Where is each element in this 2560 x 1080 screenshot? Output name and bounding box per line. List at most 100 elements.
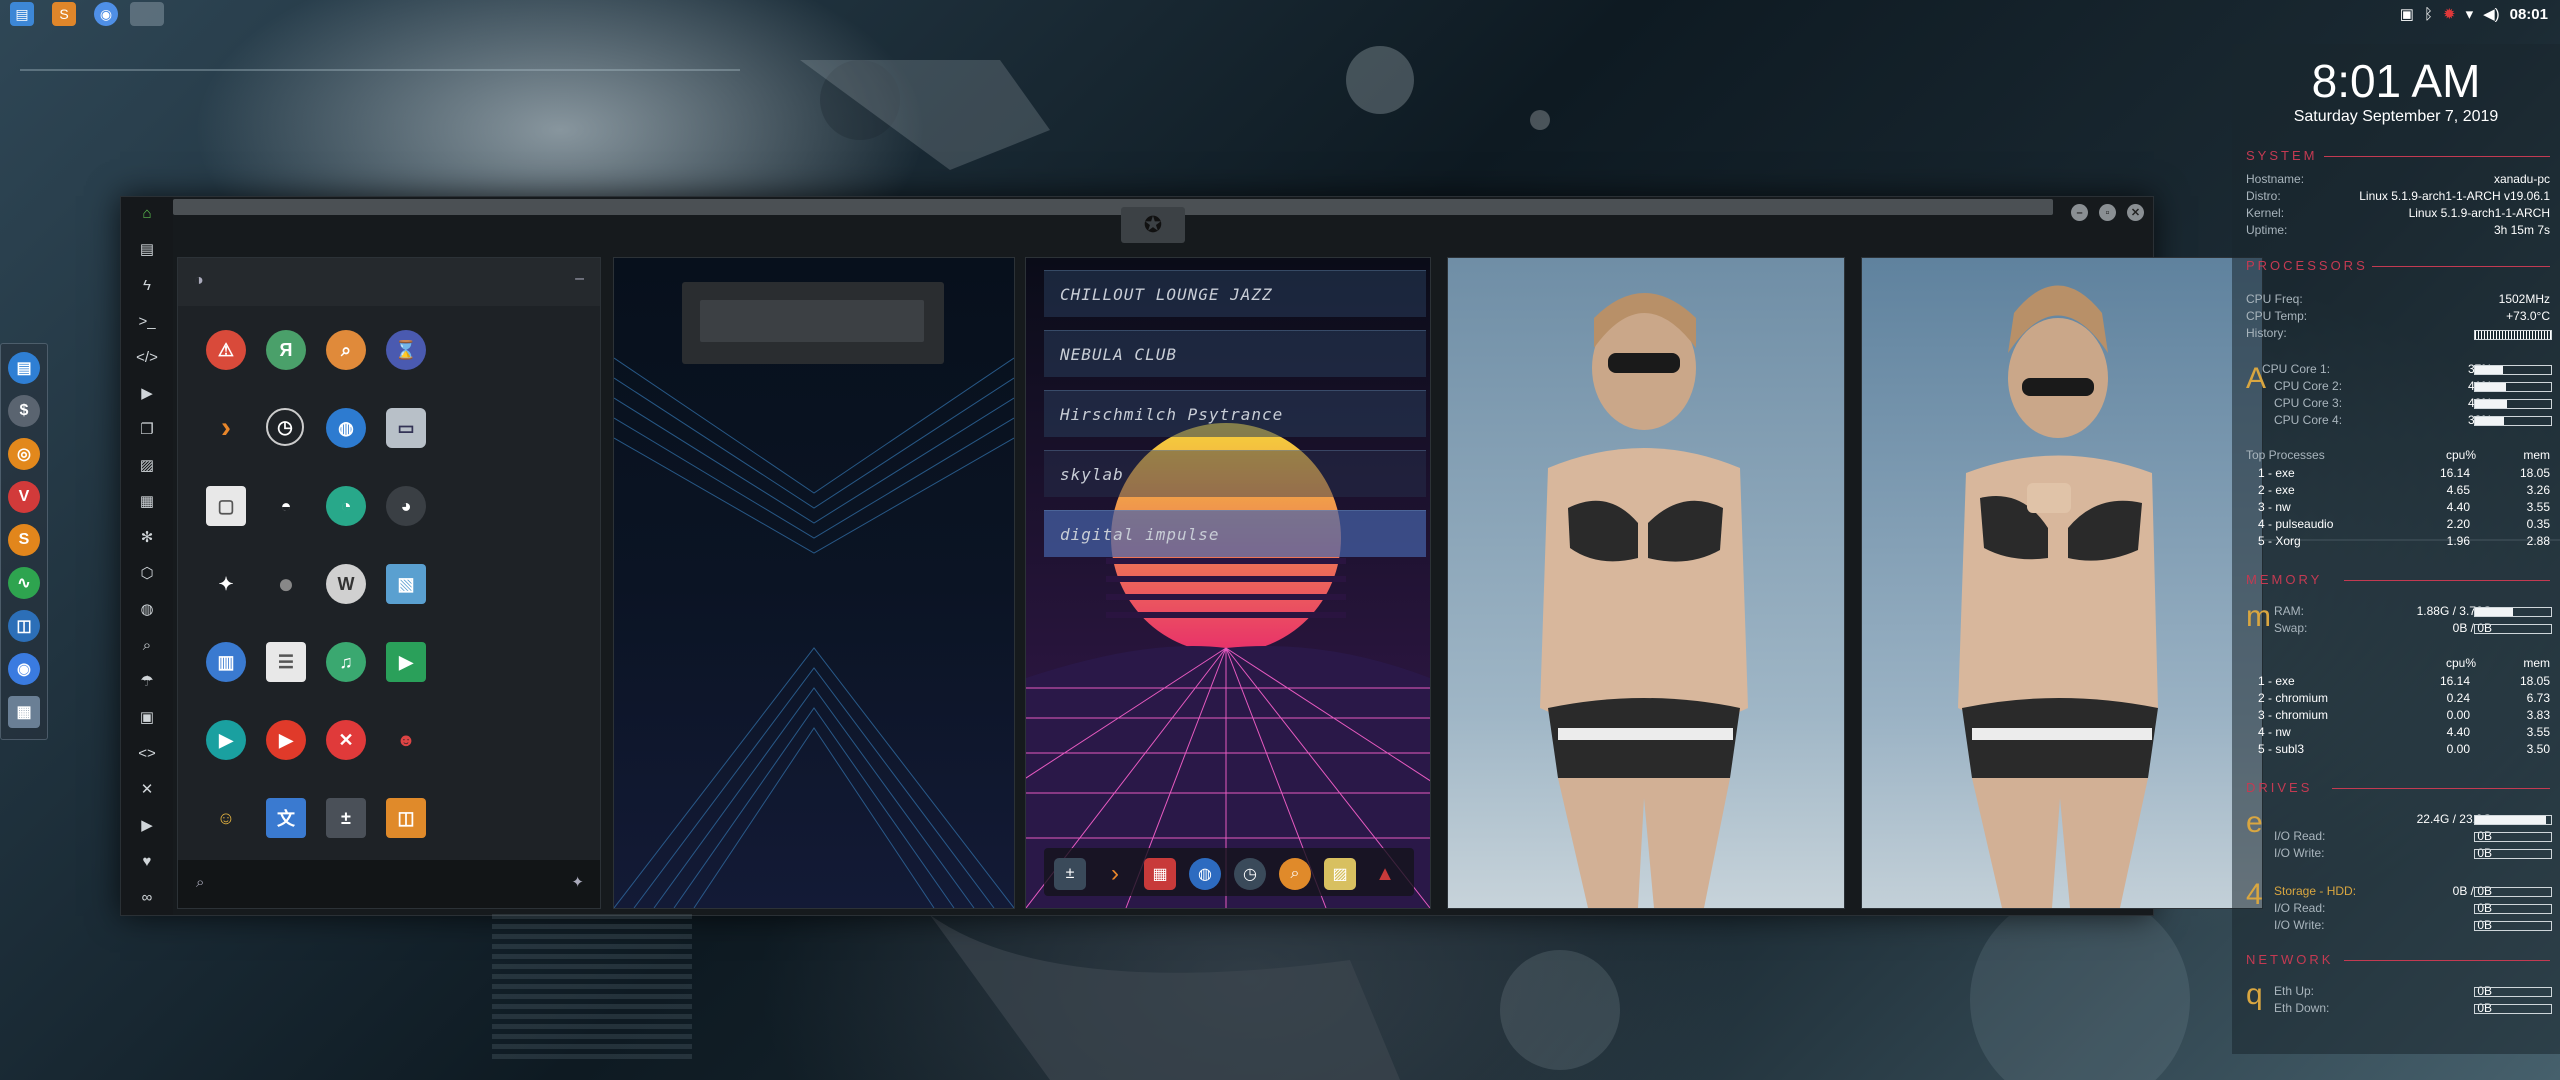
terminal-icon[interactable]: >_ [135,309,159,333]
iron-man-icon[interactable]: ☻ [386,720,426,760]
youtube-icon[interactable]: ▶ [135,813,159,837]
search-icon[interactable]: ⌕ [1279,858,1311,890]
launcher-search-bar[interactable]: ⌕ ✦ [178,860,600,908]
expand-icon[interactable]: ✕ [135,777,159,801]
search-icon[interactable]: ⌕ [135,633,159,657]
close-button[interactable]: ✕ [2127,204,2144,221]
station-item[interactable]: Hirschmilch Psytrance [1044,390,1426,437]
sublime-icon[interactable]: S [8,524,40,556]
code-brackets-icon[interactable]: <> [135,741,159,765]
workspace-icon[interactable]: ▦ [8,696,40,728]
drive-icon[interactable]: ▭ [386,408,426,448]
clock-icon[interactable]: ◷ [1234,858,1266,890]
globe-icon[interactable]: ◍ [135,597,159,621]
maximize-button[interactable]: ▫ [2099,204,2116,221]
home-icon[interactable]: ⌂ [135,201,159,225]
minimize-button[interactable]: – [2071,204,2088,221]
window-titlebar[interactable] [173,199,2053,215]
divider [2324,156,2550,157]
add-icon[interactable]: ✦ [571,873,584,891]
code-icon[interactable]: </> [135,345,159,369]
video-icon[interactable]: ▶ [386,642,426,682]
screenshot-tool-icon[interactable]: ◫ [8,610,40,642]
screenshot-icon[interactable]: ▣ [2400,5,2414,23]
music-icon[interactable]: ♫ [326,642,366,682]
clock-icon[interactable]: ◷ [266,408,304,446]
github-icon[interactable]: ◕ [386,486,426,526]
collapse-button[interactable]: – [575,270,584,288]
sublime-icon[interactable]: S [52,2,76,26]
atom-icon[interactable]: ✻ [135,525,159,549]
books-icon[interactable]: ▥ [206,642,246,682]
c3po-icon[interactable]: ☺ [206,798,246,838]
network-glyph: q [2246,978,2263,1011]
globe-icon[interactable]: ◍ [1189,858,1221,890]
system-monitor-icon[interactable]: ∿ [8,567,40,599]
heart-icon[interactable]: ♥ [135,849,159,873]
close-app-icon[interactable]: ✕ [326,720,366,760]
maps-icon[interactable]: ▧ [386,564,426,604]
helmet-icon[interactable]: ◓ [266,486,306,526]
settings-alert-icon[interactable]: ✹ [2443,5,2456,23]
search-icon: ⌕ [196,874,205,891]
tray-clock[interactable]: 08:01 [2510,6,2548,23]
infinity-icon[interactable]: ∞ [135,885,159,909]
files-icon[interactable]: ▤ [10,2,34,26]
copy-icon[interactable]: ❐ [135,417,159,441]
newspaper-icon[interactable]: ▦ [135,489,159,513]
image-icon[interactable]: ▨ [1324,858,1356,890]
process-row: 3 - chromium 0.00 3.83 [2258,708,2550,722]
station-item[interactable]: NEBULA CLUB [1044,330,1426,377]
info-row: Storage - HDD: 0B / 0B [2274,884,2492,898]
document-app-icon[interactable]: ☰ [266,642,306,682]
process-row: 4 - pulseaudio 2.20 0.35 [2258,517,2550,531]
contact-icon[interactable]: ▣ [135,705,159,729]
bluetooth-icon[interactable]: ᛒ [2424,6,2433,23]
system-tray: ▣ ᛒ ✹ ▾ ◀) 08:01 [2400,2,2548,26]
starfleet-icon[interactable]: ✦ [206,564,246,604]
station-item[interactable]: skylab [1044,450,1426,497]
yandex-icon[interactable]: Я [266,330,306,370]
ubuntu-icon[interactable]: ◎ [8,438,40,470]
prompt-icon[interactable]: › [1099,858,1131,890]
files-icon[interactable]: ▤ [8,352,40,384]
prompt-icon[interactable]: › [206,408,246,448]
volume-icon[interactable]: ◀) [2483,5,2500,23]
globe-app-icon[interactable]: ◍ [326,408,366,448]
window-app-icon[interactable]: ▢ [206,486,246,526]
info-row: I/O Write: 0B [2274,846,2492,860]
calculator-icon[interactable]: ± [1054,858,1086,890]
calendar-icon[interactable]: ▦ [1144,858,1176,890]
window-thumbnail-icon[interactable] [130,2,164,26]
death-star-icon[interactable]: ● [266,564,306,604]
youtube-app-icon[interactable]: ▶ [266,720,306,760]
drive-bar [2474,815,2552,825]
warning-icon[interactable]: ⚠ [206,330,246,370]
umbrella-icon[interactable]: ☂ [135,669,159,693]
station-item[interactable]: CHILLOUT LOUNGE JAZZ [1044,270,1426,317]
station-item-active[interactable]: digital impulse [1044,510,1426,557]
document-icon[interactable]: ▤ [135,237,159,261]
translate-icon[interactable]: 文 [266,798,306,838]
cpu-core-bar [2474,399,2552,409]
calculator-icon[interactable]: ± [326,798,366,838]
play-store-icon[interactable]: ▶ [206,720,246,760]
lightning-icon[interactable]: ϟ [135,273,159,297]
net-bar [2474,1004,2552,1014]
vivaldi-icon[interactable]: V [8,481,40,513]
geometric-wallpaper-panel [613,257,1015,909]
play-icon[interactable]: ▶ [135,381,159,405]
wikipedia-icon[interactable]: W [326,564,366,604]
arch-icon[interactable]: ▲ [1369,858,1401,890]
theme-icon[interactable]: ◑ [194,272,204,290]
wifi-icon[interactable]: ▾ [2466,5,2474,23]
money-icon[interactable]: $ [8,395,40,427]
hourglass-icon[interactable]: ⌛ [386,330,426,370]
hexagon-icon[interactable]: ⬡ [135,561,159,585]
search-app-icon[interactable]: ⌕ [326,330,366,370]
photos-icon[interactable]: ◫ [386,798,426,838]
chromium-icon[interactable]: ◉ [94,2,118,26]
vpn-icon[interactable]: ◔ [326,486,366,526]
image-icon[interactable]: ▨ [135,453,159,477]
chromium-icon[interactable]: ◉ [8,653,40,685]
